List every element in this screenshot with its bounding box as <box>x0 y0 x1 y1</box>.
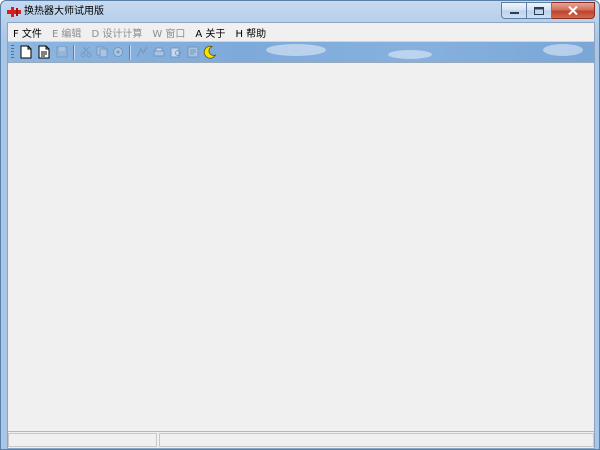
paste-icon <box>113 47 123 57</box>
status-panel <box>8 433 157 447</box>
paste-button[interactable] <box>110 44 126 60</box>
minimize-button[interactable] <box>501 2 527 19</box>
maximize-button[interactable] <box>527 2 552 19</box>
app-window: 换热器大师试用版 F 文件 E 编辑 D 设计计算 W 窗口 A 关于 H 帮助 <box>0 0 600 450</box>
minimize-icon <box>509 11 519 14</box>
status-bar <box>8 431 594 448</box>
menu-help[interactable]: H 帮助 <box>230 23 271 41</box>
toolbar-separator <box>73 45 75 60</box>
calculate-icon <box>136 46 148 58</box>
window-title: 换热器大师试用版 <box>24 6 104 17</box>
toolbar-grip[interactable] <box>11 45 14 60</box>
cut-icon <box>80 46 92 58</box>
menu-edit[interactable]: E 编辑 <box>47 23 87 41</box>
open-file-button[interactable] <box>36 44 52 60</box>
title-bar[interactable]: 换热器大师试用版 <box>1 1 599 23</box>
toolbar-cloud-decoration <box>266 44 326 56</box>
open-file-icon <box>38 45 50 59</box>
moon-button[interactable] <box>202 44 218 60</box>
save-icon <box>56 46 68 58</box>
menu-window[interactable]: W 窗口 <box>147 23 190 41</box>
app-logo-icon <box>7 7 21 17</box>
calculate-button[interactable] <box>134 44 150 60</box>
menu-design-calc[interactable]: D 设计计算 <box>86 23 147 41</box>
caption-buttons <box>501 2 595 19</box>
toolbar-cloud-decoration <box>543 44 583 56</box>
report-button[interactable] <box>185 44 201 60</box>
copy-icon <box>96 46 108 58</box>
close-icon <box>568 6 578 15</box>
client-area: F 文件 E 编辑 D 设计计算 W 窗口 A 关于 H 帮助 <box>7 22 595 449</box>
moon-icon <box>203 45 217 59</box>
toolbar <box>8 41 594 63</box>
toolbar-separator <box>129 45 131 60</box>
maximize-icon <box>534 6 544 15</box>
print-icon <box>153 47 165 57</box>
close-button[interactable] <box>552 2 595 19</box>
mdi-workspace[interactable] <box>8 65 594 431</box>
new-file-button[interactable] <box>18 44 34 60</box>
report-icon <box>187 46 199 58</box>
print-preview-icon <box>170 47 181 58</box>
print-button[interactable] <box>151 44 167 60</box>
print-preview-button[interactable] <box>168 44 184 60</box>
new-file-icon <box>20 45 32 59</box>
menu-about[interactable]: A 关于 <box>190 23 230 41</box>
cut-button[interactable] <box>78 44 94 60</box>
save-button[interactable] <box>54 44 70 60</box>
menu-bar: F 文件 E 编辑 D 设计计算 W 窗口 A 关于 H 帮助 <box>8 23 594 41</box>
status-panel <box>159 433 594 447</box>
copy-button[interactable] <box>94 44 110 60</box>
toolbar-cloud-decoration <box>388 50 432 59</box>
menu-file[interactable]: F 文件 <box>8 23 47 41</box>
